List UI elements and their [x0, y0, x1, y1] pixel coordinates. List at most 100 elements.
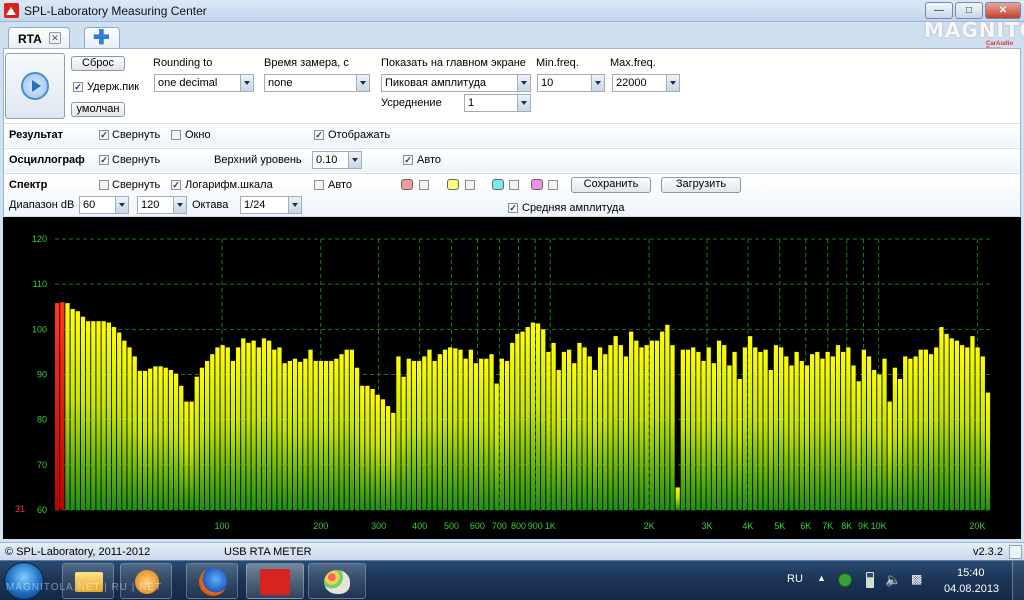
- load-button[interactable]: Загрузить: [661, 177, 741, 193]
- octave-select[interactable]: 1/24: [240, 196, 302, 214]
- x-tick-label: 20K: [969, 521, 985, 531]
- spectrum-bar: [489, 354, 494, 510]
- color-swatch-red[interactable]: [401, 179, 413, 190]
- minimize-button[interactable]: —: [925, 2, 953, 19]
- y-tick-label: 90: [37, 370, 47, 380]
- spectrum-bar: [329, 360, 334, 510]
- averaging-select[interactable]: 1: [464, 94, 531, 112]
- taskbar-spl-lab-icon[interactable]: [246, 563, 304, 599]
- log-scale-label: Логарифм.шкала: [185, 179, 273, 191]
- spectrum-bar: [292, 358, 298, 510]
- spectrum-bar: [375, 394, 380, 510]
- spectrum-bar: [872, 369, 877, 510]
- color-red-checkbox[interactable]: [419, 180, 429, 190]
- clock-date[interactable]: 04.08.2013: [944, 583, 999, 595]
- osc-auto-checkbox[interactable]: ✓: [403, 155, 413, 165]
- network-icon[interactable]: ▩: [911, 572, 922, 586]
- add-tab-button[interactable]: ✚: [84, 27, 120, 49]
- taskbar-explorer-icon[interactable]: [62, 563, 114, 599]
- resize-grip-icon[interactable]: [1009, 545, 1022, 559]
- y-tick-label: 110: [33, 279, 47, 289]
- spectrum-bar: [732, 351, 737, 510]
- log-scale-checkbox[interactable]: ✓: [171, 180, 181, 190]
- color-cyan-checkbox[interactable]: [509, 180, 519, 190]
- spectrum-bar: [810, 354, 815, 510]
- spectrum-bar: [422, 356, 427, 510]
- color-magenta-checkbox[interactable]: [548, 180, 558, 190]
- taskbar-media-player-icon[interactable]: [120, 563, 172, 599]
- spectrum-bar: [892, 367, 898, 510]
- start-button[interactable]: [4, 562, 44, 600]
- spectrum-bar: [339, 354, 344, 510]
- spectrum-bar: [432, 360, 437, 510]
- spectrum-bar: [675, 487, 680, 510]
- color-swatch-magenta[interactable]: [531, 179, 543, 190]
- db-range-max-select[interactable]: 120: [137, 196, 187, 214]
- tab-close-icon[interactable]: ✕: [49, 32, 61, 44]
- spectrum-bar: [877, 374, 882, 510]
- spectrum-bar: [851, 365, 856, 510]
- hold-peak-checkbox[interactable]: ✓: [73, 82, 83, 92]
- upper-level-select[interactable]: 0.10: [312, 151, 362, 169]
- tab-rta[interactable]: RTA ✕: [8, 27, 70, 49]
- spectrum-bar: [680, 349, 685, 510]
- result-collapse-label: Свернуть: [112, 129, 161, 141]
- language-indicator[interactable]: RU: [787, 573, 803, 585]
- tray-expand-icon[interactable]: ▲: [817, 573, 826, 583]
- spectrum-bar: [644, 345, 649, 510]
- spectrum-bar: [179, 385, 184, 510]
- x-tick-label: 400: [412, 521, 427, 531]
- avg-amplitude-checkbox[interactable]: ✓: [508, 203, 518, 213]
- upper-level-value: 0.10: [316, 154, 338, 166]
- x-tick-label: 7K: [822, 521, 833, 531]
- taskbar-firefox-icon[interactable]: [186, 563, 238, 599]
- spectrum-auto-label: Авто: [328, 179, 352, 191]
- reset-button[interactable]: Сброс: [71, 56, 125, 71]
- color-yellow-checkbox[interactable]: [465, 180, 475, 190]
- color-swatch-yellow[interactable]: [447, 179, 459, 190]
- spectrum-bar: [267, 340, 272, 511]
- spectrum-bar: [318, 360, 323, 510]
- clock-time[interactable]: 15:40: [957, 567, 985, 579]
- result-collapse-checkbox[interactable]: ✓: [99, 130, 109, 140]
- maximize-button[interactable]: □: [955, 2, 983, 19]
- spectrum-chart: 120 110 100 90 80 70 60 100 200 300 400 500 600 700 8…: [3, 217, 1021, 539]
- spectrum-auto-checkbox[interactable]: [314, 180, 324, 190]
- spectrum-bar: [349, 349, 355, 510]
- color-swatch-cyan[interactable]: [492, 179, 504, 190]
- result-window-checkbox[interactable]: [171, 130, 181, 140]
- show-desktop-button[interactable]: [1012, 561, 1024, 600]
- battery-icon[interactable]: [866, 572, 874, 588]
- db-range-min-select[interactable]: 60: [79, 196, 129, 214]
- min-freq-select[interactable]: 10: [537, 74, 605, 92]
- spectrum-bar: [287, 360, 292, 510]
- chevron-down-icon: [591, 75, 604, 91]
- spectrum-bar: [453, 348, 458, 510]
- close-button[interactable]: ✕: [985, 2, 1021, 19]
- copyright-text: © SPL-Laboratory, 2011-2012: [5, 546, 151, 558]
- default-button[interactable]: умолчан: [71, 102, 125, 117]
- spectrum-bar: [887, 401, 892, 510]
- rounding-label: Rounding to: [153, 57, 213, 69]
- taskbar-paint-icon[interactable]: [308, 563, 366, 599]
- spectrum-bar: [504, 360, 510, 510]
- spectrum-bar: [597, 347, 603, 510]
- spectrum-bar: [86, 321, 91, 510]
- main-display-select[interactable]: Пиковая амплитуда: [381, 74, 531, 92]
- spectrum-bar: [654, 340, 660, 511]
- rounding-select[interactable]: one decimal: [154, 74, 254, 92]
- spectrum-collapse-checkbox[interactable]: [99, 180, 109, 190]
- play-button[interactable]: [5, 53, 65, 119]
- antivirus-icon[interactable]: [838, 573, 852, 587]
- taskbar: MAGNITOLA.NET | RU | NET RU ▲ 🔈 ▩ 15:40 …: [0, 560, 1024, 600]
- averaging-label: Усреднение: [381, 97, 442, 109]
- result-display-checkbox[interactable]: ✓: [314, 130, 324, 140]
- osc-collapse-checkbox[interactable]: ✓: [99, 155, 109, 165]
- main-display-value: Пиковая амплитуда: [385, 77, 486, 89]
- measure-time-select[interactable]: none: [264, 74, 370, 92]
- save-button[interactable]: Сохранить: [571, 177, 651, 193]
- max-freq-select[interactable]: 22000: [612, 74, 680, 92]
- volume-icon[interactable]: 🔈: [885, 572, 901, 588]
- spectrum-bar: [132, 356, 137, 510]
- spectrum-bar: [525, 327, 530, 510]
